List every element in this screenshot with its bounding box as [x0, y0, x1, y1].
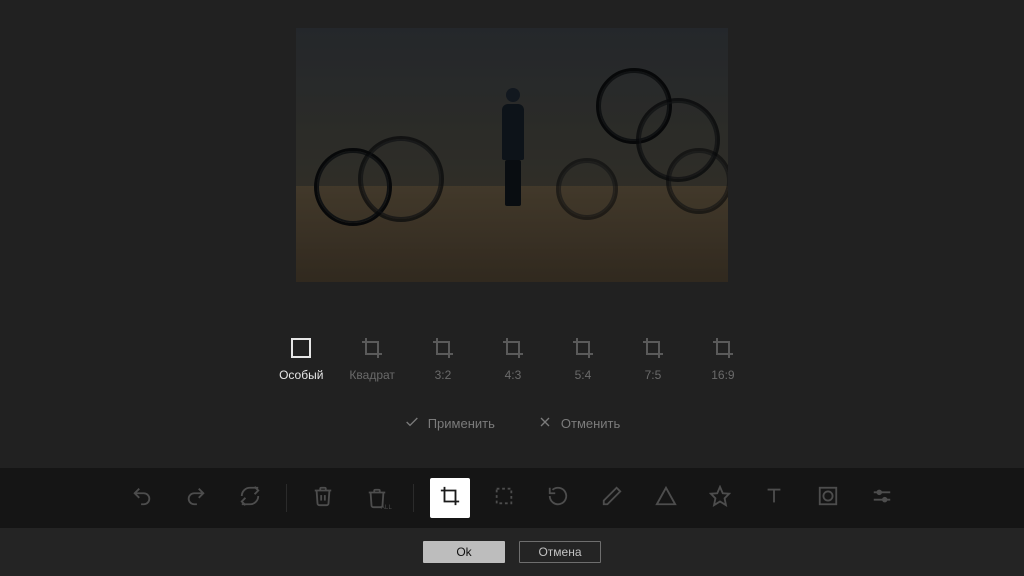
star-icon — [709, 485, 731, 512]
draw-tool-button[interactable] — [592, 478, 632, 518]
text-icon — [763, 485, 785, 512]
check-icon — [404, 414, 420, 433]
delete-all-button[interactable]: ALL — [357, 478, 397, 518]
redo-icon — [185, 485, 207, 512]
triangle-icon — [655, 485, 677, 512]
pencil-icon — [601, 485, 623, 512]
aspect-label: 4:3 — [505, 368, 522, 382]
aspect-label: 5:4 — [575, 368, 592, 382]
shapes-tool-button[interactable] — [646, 478, 686, 518]
apply-crop-button[interactable]: Применить — [404, 414, 495, 433]
close-icon — [537, 414, 553, 433]
aspect-label: Особый — [279, 368, 323, 382]
aspect-custom[interactable]: Особый — [279, 336, 323, 382]
crop-icon — [360, 336, 384, 360]
crop-tool-button[interactable] — [430, 478, 470, 518]
undo-icon — [131, 485, 153, 512]
rotate-tool-button[interactable] — [538, 478, 578, 518]
ok-label: Ok — [456, 545, 471, 559]
refresh-icon — [239, 485, 261, 512]
main-toolbar: ALL — [0, 468, 1024, 528]
redo-button[interactable] — [176, 478, 216, 518]
aspect-16-9[interactable]: 16:9 — [701, 336, 745, 382]
adjust-tool-button[interactable] — [862, 478, 902, 518]
aspect-label: Квадрат — [349, 368, 395, 382]
crop-icon — [439, 485, 461, 512]
delete-button[interactable] — [303, 478, 343, 518]
aspect-ratio-row: Особый Квадрат 3:2 4:3 5:4 — [0, 336, 1024, 382]
crop-icon — [431, 336, 455, 360]
aspect-label: 3:2 — [435, 368, 452, 382]
crop-icon — [711, 336, 735, 360]
resize-tool-button[interactable] — [484, 478, 524, 518]
circle-frame-icon — [817, 485, 839, 512]
rotate-icon — [547, 485, 569, 512]
dialog-footer: Ok Отмена — [0, 528, 1024, 576]
cancel-button[interactable]: Отмена — [519, 541, 601, 563]
aspect-4-3[interactable]: 4:3 — [491, 336, 535, 382]
crop-icon — [571, 336, 595, 360]
sticker-tool-button[interactable] — [700, 478, 740, 518]
vignette-tool-button[interactable] — [808, 478, 848, 518]
aspect-3-2[interactable]: 3:2 — [421, 336, 465, 382]
toolbar-separator — [286, 484, 287, 512]
toolbar-separator — [413, 484, 414, 512]
resize-icon — [493, 485, 515, 512]
reset-button[interactable] — [230, 478, 270, 518]
trash-icon — [312, 485, 334, 512]
sliders-icon — [871, 485, 893, 512]
cancel-crop-button[interactable]: Отменить — [537, 414, 620, 433]
canvas-area — [0, 0, 1024, 330]
aspect-label: 7:5 — [645, 368, 662, 382]
cancel-label: Отмена — [538, 545, 581, 559]
square-outline-icon — [289, 336, 313, 360]
ok-button[interactable]: Ok — [423, 541, 505, 563]
aspect-7-5[interactable]: 7:5 — [631, 336, 675, 382]
aspect-square[interactable]: Квадрат — [349, 336, 395, 382]
editor-stage: Особый Квадрат 3:2 4:3 5:4 — [0, 0, 1024, 576]
crop-icon — [641, 336, 665, 360]
text-tool-button[interactable] — [754, 478, 794, 518]
image-preview[interactable] — [296, 28, 728, 282]
crop-icon — [501, 336, 525, 360]
aspect-label: 16:9 — [711, 368, 734, 382]
trash-all-icon: ALL — [366, 487, 388, 509]
aspect-5-4[interactable]: 5:4 — [561, 336, 605, 382]
undo-button[interactable] — [122, 478, 162, 518]
apply-label: Применить — [428, 416, 495, 431]
crop-confirm-row: Применить Отменить — [0, 414, 1024, 433]
cancel-label: Отменить — [561, 416, 620, 431]
